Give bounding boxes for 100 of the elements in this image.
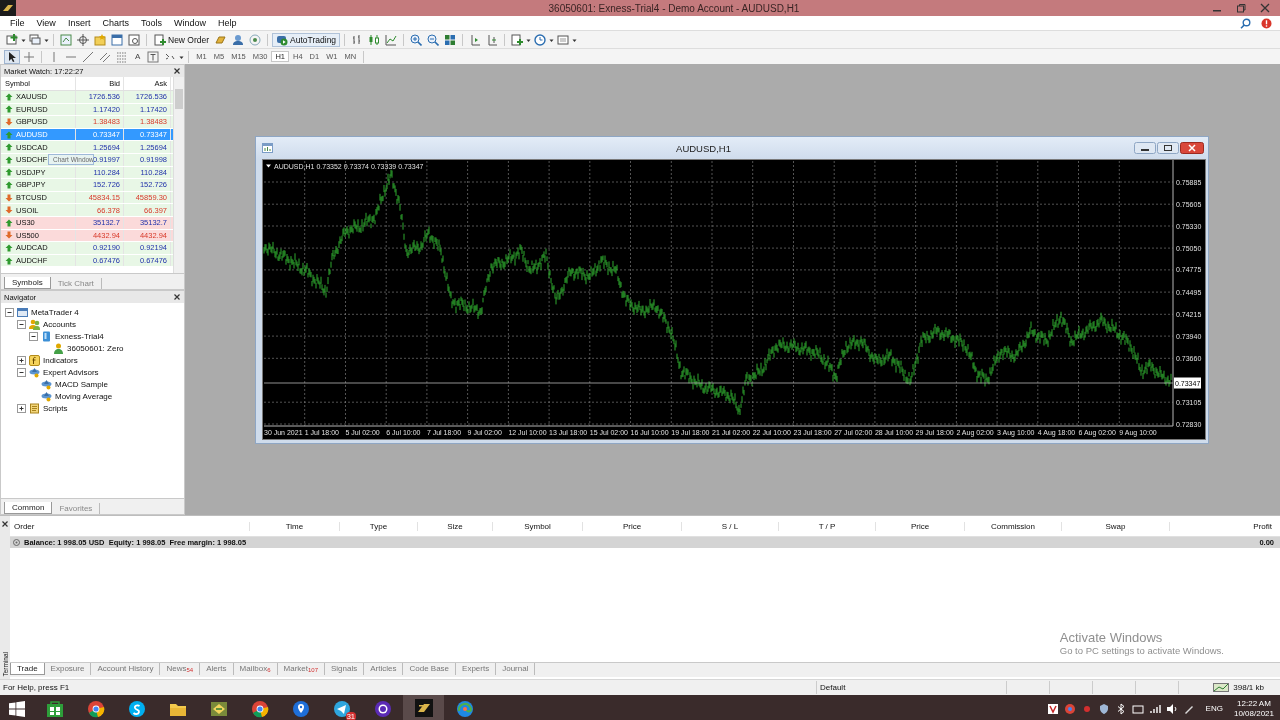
trendline-icon[interactable] [82,50,94,63]
tree-item[interactable]: Accounts [43,319,76,329]
language-indicator[interactable]: ENG [1199,704,1229,713]
menu-item[interactable]: Insert [61,18,97,28]
tree-item[interactable]: Moving Average [55,391,113,401]
channel-icon[interactable] [99,50,111,63]
tester-icon[interactable] [128,33,140,46]
signal-icon[interactable] [249,33,262,46]
close-icon[interactable] [1,520,9,528]
clock-time[interactable]: 12:22 AM [1237,698,1271,709]
minimize-button[interactable] [1134,142,1156,154]
column-header[interactable]: Size [418,521,493,531]
menu-item[interactable]: View [30,18,62,28]
terminal-tab[interactable]: Mailbox$_{6}$ [233,663,278,675]
column-header[interactable]: Time [250,521,340,531]
tree-item[interactable]: Exness-Trial4 [55,331,104,341]
alert-icon[interactable] [1261,17,1272,29]
menu-item[interactable]: Tools [134,18,168,28]
tree-item[interactable]: 36050601: Zero [67,343,124,353]
tree-item[interactable]: Indicators [43,355,78,365]
ingot-icon[interactable] [215,33,228,46]
menu-item[interactable]: File [4,18,31,28]
tree-item[interactable]: Scripts [43,403,68,413]
collapse-toggle-icon[interactable] [5,307,14,317]
expand-toggle-icon[interactable] [17,355,26,365]
terminal-tab[interactable]: Experts [456,663,497,675]
collapse-toggle-icon[interactable] [17,367,26,377]
antivirus-icon[interactable] [1046,702,1059,715]
terminal-icon[interactable] [111,33,123,46]
column-header[interactable]: S / L [682,521,779,531]
function-icon [29,354,40,366]
line-chart-icon[interactable] [385,33,398,46]
autoscroll-icon[interactable] [469,33,482,46]
clock-icon[interactable] [534,33,547,46]
menu-item[interactable]: Window [167,18,212,28]
map-pin-icon [291,699,310,718]
terminal-tab[interactable]: Market$_{107}$ [277,663,325,675]
terminal-tab[interactable]: Articles [364,663,404,675]
scrollbar[interactable] [173,77,184,273]
crosshair-icon[interactable] [23,50,35,63]
expand-toggle-icon[interactable] [17,403,26,413]
terminal-tab[interactable]: Trade [10,663,45,675]
close-icon[interactable] [173,293,181,301]
tree-item[interactable]: MetaTrader 4 [31,307,79,317]
terminal-tab[interactable]: Alerts [200,663,234,675]
restore-button[interactable] [1157,142,1179,154]
column-header[interactable]: Price [583,521,682,531]
text-label-icon[interactable] [147,50,160,63]
menu-item[interactable]: Charts [96,18,135,28]
close-button[interactable] [1180,142,1204,154]
terminal-tab[interactable]: Journal [496,663,536,675]
auto-trading-button[interactable]: AutoTrading [272,32,341,47]
close-icon[interactable] [173,67,181,75]
column-header[interactable]: Type [340,521,418,531]
speaker-icon[interactable] [1165,702,1178,715]
tree-item[interactable]: MACD Sample [55,379,108,389]
windows-icon[interactable] [29,33,41,46]
column-header[interactable]: Profit [1170,521,1276,531]
panel-tab[interactable]: Common [4,502,53,514]
terminal-tab[interactable]: News$_{54}$ [160,663,201,675]
terminal-tab[interactable]: Signals [325,663,365,675]
column-header[interactable]: Symbol [493,521,583,531]
chart-panel-icon[interactable] [60,33,72,46]
signal-bars-icon[interactable] [1148,702,1161,715]
new-order-button[interactable]: New Order [151,32,213,47]
cursor-icon[interactable] [6,50,18,63]
tile-windows-icon[interactable] [444,33,457,46]
zoom-out-icon[interactable] [427,33,440,46]
restore-icon[interactable] [1236,3,1246,13]
browser-icon[interactable] [1063,702,1076,715]
taskbar-app[interactable] [403,695,444,720]
app-logo-icon [0,0,16,16]
chart-shift-icon[interactable] [486,33,499,46]
menu-item[interactable]: Help [211,18,243,28]
shield-icon[interactable] [1097,702,1110,715]
menu-arrow-icon[interactable] [266,164,271,168]
template-icon[interactable] [557,33,570,46]
column-header[interactable]: T / P [779,521,876,531]
network-icon[interactable] [1131,702,1144,715]
search-icon[interactable] [1240,17,1251,29]
add-indicator-icon[interactable] [511,33,524,46]
collapse-toggle-icon[interactable] [29,331,38,341]
chat-icon [127,699,146,718]
panel-tab[interactable]: Symbols [4,277,51,289]
zoom-in-icon[interactable] [410,33,423,46]
terminal-tab[interactable]: Exposure [44,663,92,675]
tree-item[interactable]: Expert Advisors [43,367,99,377]
text-tool-button[interactable]: A [131,52,145,61]
column-header[interactable]: Price [876,521,965,531]
column-header[interactable]: Swap [1062,521,1170,531]
person-icon[interactable] [232,33,245,46]
terminal-tab[interactable]: Code Base [403,663,457,675]
crosshair-icon[interactable] [77,33,89,46]
candlestick-icon[interactable] [368,33,381,46]
column-header[interactable]: Commission [965,521,1062,531]
clock-date[interactable]: 10/08/2021 [1233,708,1274,719]
add-chart-icon[interactable] [6,33,18,46]
column-header[interactable]: Order [10,521,250,531]
terminal-tab[interactable]: Account History [91,663,161,675]
collapse-toggle-icon[interactable] [17,319,26,329]
